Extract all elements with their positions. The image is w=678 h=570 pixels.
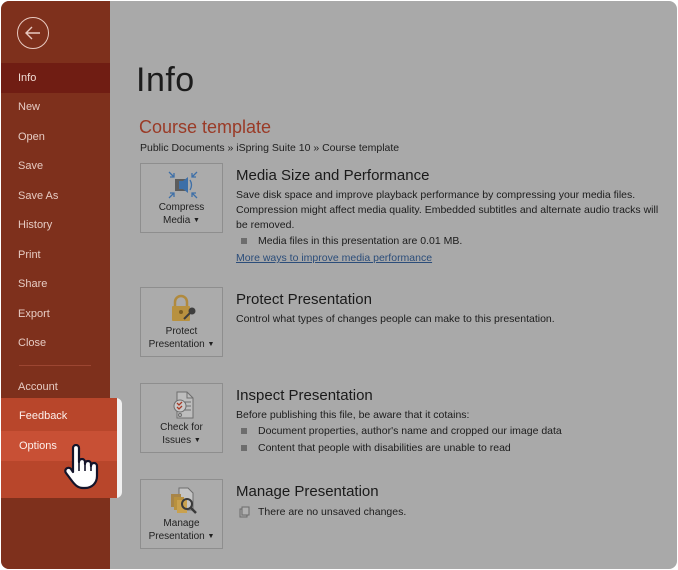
nav-item-share[interactable]: Share <box>1 269 110 299</box>
manage-documents-icon <box>171 487 197 514</box>
section-title: Inspect Presentation <box>236 387 373 404</box>
nav-item-open[interactable]: Open <box>1 122 110 152</box>
manage-presentation-button[interactable]: Manage Presentation ▼ <box>140 479 223 549</box>
section-description: Control what types of changes people can… <box>236 313 555 325</box>
bullet-item: Document properties, author's name and c… <box>236 423 666 440</box>
check-for-issues-button[interactable]: Check for Issues ▼ <box>140 383 223 453</box>
section-description: Save disk space and improve playback per… <box>236 189 659 231</box>
protect-section: Protect Presentation Control what types … <box>236 291 666 327</box>
bullet-item: Content that people with disabilities ar… <box>236 440 666 457</box>
bullet-square-icon <box>241 238 247 244</box>
page-title: Info <box>136 61 195 99</box>
back-button[interactable] <box>17 17 49 49</box>
bullet-item: Media files in this presentation are 0.0… <box>236 233 666 250</box>
protect-label-1: Protect <box>165 326 198 337</box>
highlight-card: Feedback Options <box>1 398 122 498</box>
file-title: Course template <box>139 117 272 137</box>
inspect-section: Inspect Presentation Before publishing t… <box>236 387 666 457</box>
compress-media-icon <box>168 171 198 199</box>
bullet-square-icon <box>241 428 247 434</box>
nav-item-close[interactable]: Close <box>1 328 110 358</box>
nav-item-feedback[interactable]: Feedback <box>1 401 117 431</box>
bullet-text: Media files in this presentation are 0.0… <box>258 235 463 247</box>
hand-pointer-cursor-icon <box>64 444 99 490</box>
manage-label-2: Presentation <box>148 531 205 542</box>
dropdown-caret-icon: ▼ <box>207 341 215 348</box>
dropdown-caret-icon: ▼ <box>207 533 215 540</box>
document-status-icon <box>239 506 250 518</box>
bullet-text: Document properties, author's name and c… <box>258 425 562 437</box>
dropdown-caret-icon: ▼ <box>193 217 200 224</box>
bullet-text: Content that people with disabilities ar… <box>258 442 511 454</box>
check-document-icon <box>173 391 194 419</box>
nav-item-history[interactable]: History <box>1 210 110 240</box>
breadcrumb: Public Documents » iSpring Suite 10 » Co… <box>140 142 400 154</box>
protect-label-2: Presentation <box>148 339 205 350</box>
media-size-section: Media Size and Performance Save disk spa… <box>236 167 666 266</box>
protect-presentation-button[interactable]: Protect Presentation ▼ <box>140 287 223 357</box>
nav-item-save[interactable]: Save <box>1 151 110 181</box>
save-status-text: There are no unsaved changes. <box>258 506 407 518</box>
nav-item-info[interactable]: Info <box>1 63 110 93</box>
nav-item-print[interactable]: Print <box>1 240 110 270</box>
check-issues-label-2: Issues <box>162 435 192 446</box>
nav-item-options[interactable]: Options <box>1 431 117 461</box>
manage-section: Manage Presentation There are no unsaved… <box>236 483 666 520</box>
info-panel: Info Course template Public Documents » … <box>110 1 677 569</box>
dropdown-caret-icon: ▼ <box>193 437 201 444</box>
nav-item-save-as[interactable]: Save As <box>1 181 110 211</box>
highlight-menu: Feedback Options <box>1 398 117 498</box>
manage-label-1: Manage <box>163 518 200 529</box>
check-issues-label-1: Check for <box>160 422 203 433</box>
nav-divider <box>19 365 91 366</box>
nav-item-new[interactable]: New <box>1 92 110 122</box>
nav-item-export[interactable]: Export <box>1 299 110 329</box>
compress-media-label-1: Compress <box>158 202 205 213</box>
save-status: There are no unsaved changes. <box>236 504 666 520</box>
compress-media-button[interactable]: Compress Media ▼ <box>140 163 223 233</box>
section-description: Before publishing this file, be aware th… <box>236 409 470 421</box>
section-title: Media Size and Performance <box>236 167 430 184</box>
bullet-square-icon <box>241 445 247 451</box>
back-arrow-icon <box>25 26 40 40</box>
backstage-window: Info New Open Save Save As History Print… <box>1 1 677 569</box>
section-title: Manage Presentation <box>236 483 379 500</box>
lock-key-icon <box>172 294 196 321</box>
media-performance-link[interactable]: More ways to improve media performance <box>236 250 666 266</box>
section-title: Protect Presentation <box>236 291 372 308</box>
compress-media-label-2: Media <box>163 215 191 226</box>
